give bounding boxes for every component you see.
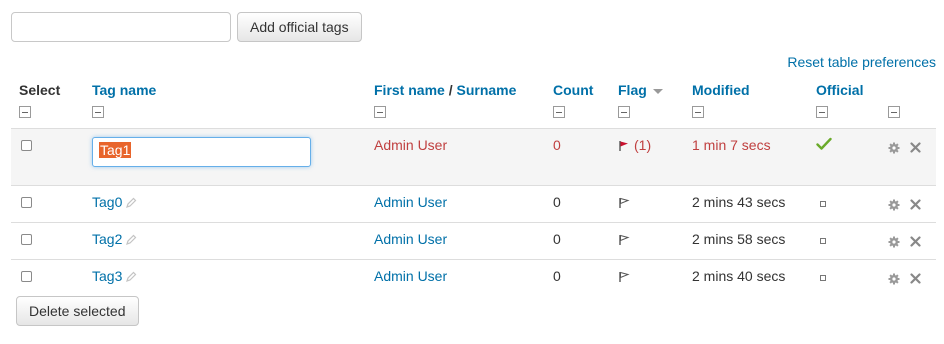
sort-count-link[interactable]: Count <box>553 82 593 98</box>
gear-icon[interactable] <box>888 199 900 211</box>
column-modified: Modified <box>684 78 808 129</box>
selected-tag-text: Tag1 <box>99 141 132 158</box>
flag-icon[interactable] <box>618 271 630 283</box>
reset-table-preferences-link[interactable]: Reset table preferences <box>787 54 936 70</box>
row-select-checkbox[interactable] <box>21 270 32 282</box>
sort-modified-link[interactable]: Modified <box>692 82 750 98</box>
user-name: Admin User <box>366 128 545 186</box>
sort-official-link[interactable]: Official <box>816 82 863 98</box>
close-icon[interactable] <box>910 236 921 247</box>
actions-cell <box>880 259 936 294</box>
user-name-link[interactable]: Admin User <box>374 231 447 247</box>
tag-count: 0 <box>545 185 610 223</box>
sort-flag-link[interactable]: Flag <box>618 82 647 98</box>
pencil-icon[interactable] <box>125 197 137 209</box>
add-official-tags-button[interactable]: Add official tags <box>237 12 362 42</box>
modified-time: 1 min 7 secs <box>684 128 808 186</box>
official-cell <box>808 222 880 260</box>
pencil-icon[interactable] <box>125 234 137 246</box>
column-official: Official <box>808 78 880 129</box>
user-name-link[interactable]: Admin User <box>374 194 447 210</box>
sort-tag-name-link[interactable]: Tag name <box>92 82 156 98</box>
modified-time: 2 mins 58 secs <box>684 222 808 260</box>
column-actions <box>880 78 936 129</box>
collapse-icon[interactable] <box>816 106 828 118</box>
collapse-icon[interactable] <box>553 106 565 118</box>
table-row: Tag1 Admin User 0 (1) 1 min 7 secs <box>11 128 936 186</box>
sort-surname-link[interactable]: Surname <box>456 82 516 98</box>
row-select-checkbox[interactable] <box>21 233 32 245</box>
actions-cell <box>880 128 936 186</box>
gear-icon[interactable] <box>888 273 900 285</box>
actions-cell <box>880 222 936 260</box>
flag-cell <box>610 259 684 294</box>
table-row: Tag0 Admin User 0 2 mins 43 secs <box>11 185 936 223</box>
close-icon[interactable] <box>910 273 921 284</box>
collapse-icon[interactable] <box>19 106 31 118</box>
flag-cell: (1) <box>610 128 684 186</box>
sort-first-name-link[interactable]: First name <box>374 82 445 98</box>
flag-cell <box>610 222 684 260</box>
tag-name-link[interactable]: Tag2 <box>92 231 122 247</box>
row-select-checkbox[interactable] <box>21 196 32 208</box>
tag-name-link[interactable]: Tag0 <box>92 194 122 210</box>
check-icon[interactable] <box>816 137 832 151</box>
table-header-row: Select Tag name First name / Surname Cou… <box>11 78 936 129</box>
official-cell <box>808 259 880 294</box>
collapse-icon[interactable] <box>888 106 900 118</box>
name-separator: / <box>444 82 457 98</box>
column-tag-name: Tag name <box>84 78 366 129</box>
flag-count: (1) <box>634 136 652 153</box>
delete-selected-button[interactable]: Delete selected <box>16 296 139 326</box>
tag-name-link[interactable]: Tag3 <box>92 268 122 284</box>
table-row: Tag3 Admin User 0 2 mins 40 secs <box>11 259 936 294</box>
modified-time: 2 mins 43 secs <box>684 185 808 223</box>
flag-cell <box>610 185 684 223</box>
modified-time: 2 mins 40 secs <box>692 267 786 284</box>
column-count: Count <box>545 78 610 129</box>
column-user: First name / Surname <box>366 78 545 129</box>
sort-arrow-icon <box>652 88 663 94</box>
not-official-icon[interactable] <box>820 237 826 244</box>
official-tags-input[interactable] <box>11 12 231 42</box>
column-flag: Flag <box>610 78 684 129</box>
close-icon[interactable] <box>910 142 921 153</box>
flag-icon[interactable] <box>618 197 630 209</box>
tag-count: 0 <box>545 222 610 260</box>
flag-icon[interactable] <box>618 234 630 246</box>
gear-icon[interactable] <box>888 142 900 154</box>
actions-cell <box>880 185 936 223</box>
collapse-icon[interactable] <box>692 106 704 118</box>
not-official-icon[interactable] <box>820 200 826 207</box>
collapse-icon[interactable] <box>374 106 386 118</box>
tag-count: 0 <box>553 267 561 284</box>
not-official-icon[interactable] <box>820 274 826 281</box>
table-row: Tag2 Admin User 0 2 mins 58 secs <box>11 222 936 260</box>
add-tags-form: Add official tags <box>11 12 362 42</box>
collapse-icon[interactable] <box>92 106 104 118</box>
tags-table: Select Tag name First name / Surname Cou… <box>11 78 936 294</box>
column-select-label: Select <box>19 82 61 98</box>
official-cell <box>808 185 880 223</box>
row-select-checkbox[interactable] <box>21 139 32 151</box>
tag-name-edit-input[interactable]: Tag1 <box>92 136 311 167</box>
gear-icon[interactable] <box>888 236 900 248</box>
pencil-icon[interactable] <box>125 271 137 283</box>
flag-icon[interactable] <box>618 140 630 152</box>
collapse-icon[interactable] <box>618 106 630 118</box>
column-select: Select <box>11 78 84 129</box>
close-icon[interactable] <box>910 199 921 210</box>
official-cell <box>808 128 880 186</box>
user-name-link[interactable]: Admin User <box>374 268 447 284</box>
tag-count: 0 <box>545 128 610 186</box>
